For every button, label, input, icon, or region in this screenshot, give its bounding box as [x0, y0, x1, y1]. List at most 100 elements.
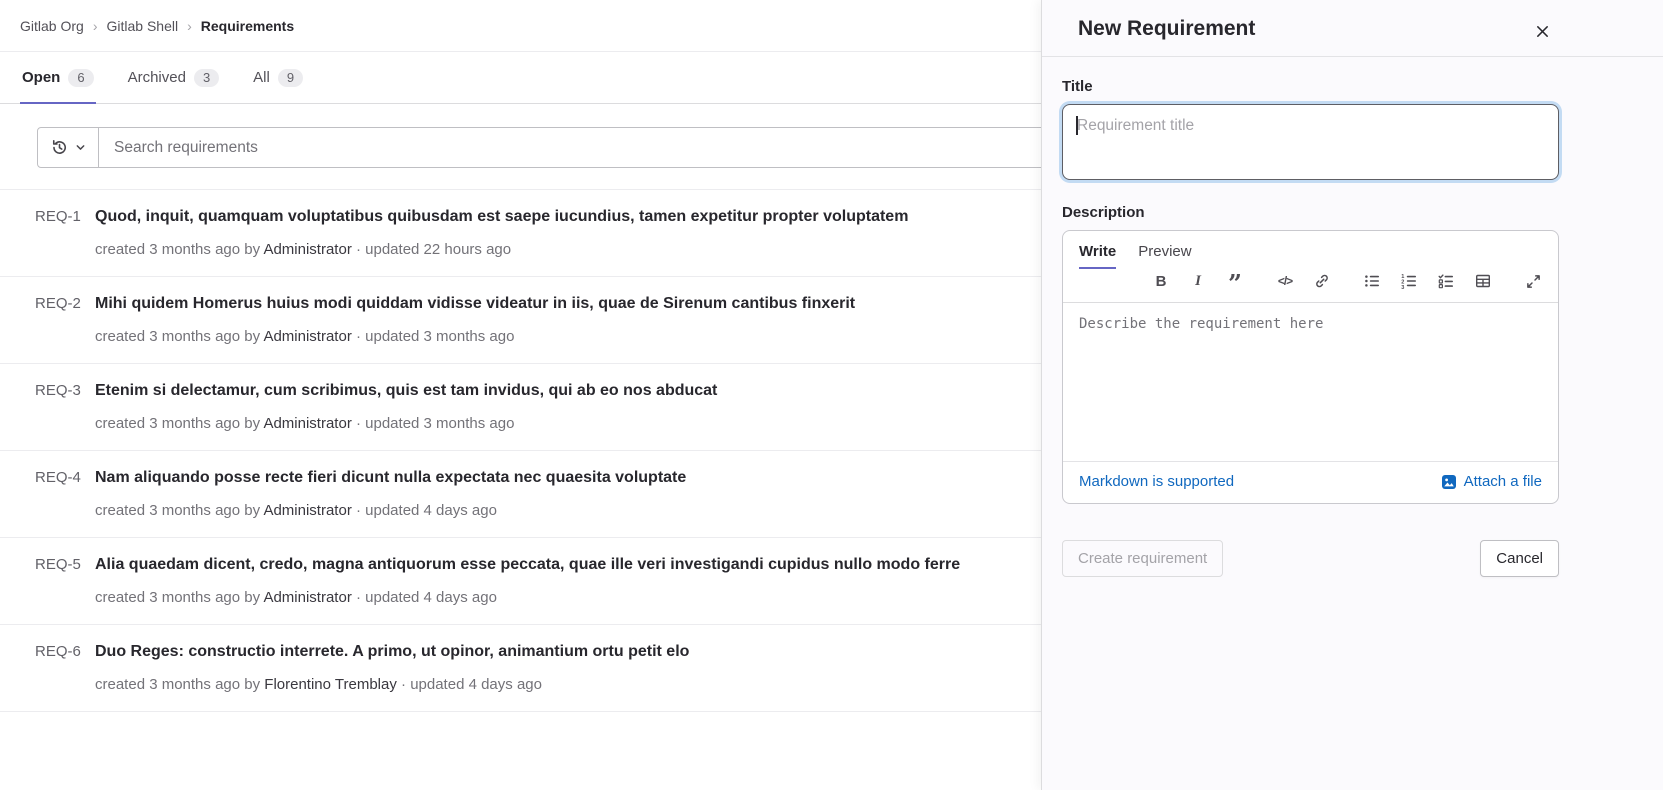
- requirement-meta: created 3 months ago by Florentino Tremb…: [95, 676, 689, 694]
- requirement-author[interactable]: Administrator: [263, 241, 351, 258]
- chevron-down-icon: [75, 142, 86, 153]
- requirement-title-input[interactable]: [1062, 104, 1559, 180]
- requirement-author[interactable]: Administrator: [263, 502, 351, 519]
- tab-open[interactable]: Open 6: [20, 52, 96, 103]
- title-field-label: Title: [1062, 78, 1559, 95]
- tab-archived-count-badge: 3: [194, 69, 219, 87]
- requirement-created-text: created 3 months ago by: [95, 328, 260, 345]
- meta-separator: ·: [356, 328, 361, 345]
- quote-button[interactable]: ”: [1226, 272, 1244, 290]
- text-caret: [1076, 116, 1078, 135]
- breadcrumb-item-current: Requirements: [201, 18, 294, 34]
- bold-icon: B: [1156, 273, 1167, 290]
- requirement-created-text: created 3 months ago by: [95, 502, 260, 519]
- tab-open-count-badge: 6: [68, 69, 93, 87]
- markdown-supported-link[interactable]: Markdown is supported: [1079, 473, 1234, 490]
- code-icon: </>: [1278, 274, 1292, 288]
- breadcrumb-separator: ›: [187, 18, 192, 34]
- markdown-editor-header: Write Preview B I ” </>: [1063, 231, 1558, 303]
- requirement-id: REQ-1: [35, 206, 95, 259]
- requirement-id: REQ-2: [35, 293, 95, 346]
- fullscreen-icon: [1526, 274, 1541, 289]
- requirement-title[interactable]: Quod, inquit, quamquam voluptatibus quib…: [95, 206, 908, 227]
- requirement-author[interactable]: Administrator: [263, 589, 351, 606]
- requirement-author[interactable]: Administrator: [263, 415, 351, 432]
- table-icon: [1475, 273, 1491, 289]
- requirement-id: REQ-4: [35, 467, 95, 520]
- create-requirement-button[interactable]: Create requirement: [1062, 540, 1223, 577]
- fullscreen-button[interactable]: [1524, 272, 1542, 290]
- breadcrumb-item-project[interactable]: Gitlab Shell: [106, 18, 178, 34]
- tab-preview[interactable]: Preview: [1138, 243, 1191, 269]
- bold-button[interactable]: B: [1152, 272, 1170, 290]
- drawer-actions: Create requirement Cancel: [1062, 540, 1559, 577]
- cancel-button[interactable]: Cancel: [1480, 540, 1559, 577]
- close-drawer-button[interactable]: [1531, 20, 1553, 42]
- attach-file-button[interactable]: Attach a file: [1441, 473, 1542, 490]
- drawer-body: Title Description Write Preview B I: [1042, 78, 1663, 577]
- meta-separator: ·: [401, 676, 406, 693]
- table-button[interactable]: [1474, 272, 1492, 290]
- quote-icon: ”: [1228, 280, 1242, 288]
- requirement-created-text: created 3 months ago by: [95, 589, 260, 606]
- requirement-meta: created 3 months ago by Administrator · …: [95, 502, 686, 520]
- requirement-id: REQ-5: [35, 554, 95, 607]
- requirement-main: Mihi quidem Homerus huius modi quiddam v…: [95, 293, 855, 346]
- close-icon: [1535, 24, 1550, 39]
- requirement-created-text: created 3 months ago by: [95, 415, 260, 432]
- task-list-button[interactable]: [1437, 272, 1455, 290]
- link-icon: [1314, 273, 1330, 289]
- tab-open-label: Open: [22, 69, 60, 86]
- requirement-title[interactable]: Mihi quidem Homerus huius modi quiddam v…: [95, 293, 855, 314]
- markdown-editor-footer: Markdown is supported Attach a file: [1063, 461, 1558, 503]
- requirement-title[interactable]: Alia quaedam dicent, credo, magna antiqu…: [95, 554, 960, 575]
- bulleted-list-button[interactable]: [1363, 272, 1381, 290]
- markdown-tabs: Write Preview: [1079, 243, 1544, 269]
- drawer-header: New Requirement: [1042, 0, 1663, 57]
- italic-icon: I: [1195, 273, 1201, 290]
- meta-separator: ·: [356, 589, 361, 606]
- drawer-title: New Requirement: [1078, 17, 1255, 40]
- meta-separator: ·: [356, 415, 361, 432]
- tab-write[interactable]: Write: [1079, 243, 1116, 269]
- link-button[interactable]: [1313, 272, 1331, 290]
- requirement-main: Quod, inquit, quamquam voluptatibus quib…: [95, 206, 908, 259]
- requirement-updated-text: updated 4 days ago: [365, 589, 497, 606]
- tab-all-count-badge: 9: [278, 69, 303, 87]
- tab-all-label: All: [253, 69, 270, 86]
- numbered-list-button[interactable]: 1 2 3: [1400, 272, 1418, 290]
- requirement-author[interactable]: Administrator: [263, 328, 351, 345]
- requirement-created-text: created 3 months ago by: [95, 241, 260, 258]
- requirement-meta: created 3 months ago by Administrator · …: [95, 328, 855, 346]
- requirement-id: REQ-3: [35, 380, 95, 433]
- requirement-updated-text: updated 3 months ago: [365, 415, 514, 432]
- tab-all[interactable]: All 9: [251, 52, 305, 103]
- requirement-description-input[interactable]: [1063, 303, 1558, 461]
- requirement-title[interactable]: Etenim si delectamur, cum scribimus, qui…: [95, 380, 717, 401]
- requirement-main: Etenim si delectamur, cum scribimus, qui…: [95, 380, 717, 433]
- tab-archived[interactable]: Archived 3: [126, 52, 222, 103]
- meta-separator: ·: [356, 241, 361, 258]
- requirement-id: REQ-6: [35, 641, 95, 694]
- svg-text:3: 3: [1401, 285, 1404, 289]
- requirement-main: Duo Reges: constructio interrete. A prim…: [95, 641, 689, 694]
- code-button[interactable]: </>: [1276, 272, 1294, 290]
- requirement-title[interactable]: Nam aliquando posse recte fieri dicunt n…: [95, 467, 686, 488]
- requirement-meta: created 3 months ago by Administrator · …: [95, 415, 717, 433]
- task-list-icon: [1438, 273, 1454, 289]
- italic-button[interactable]: I: [1189, 272, 1207, 290]
- new-requirement-drawer: New Requirement Title Description Write …: [1041, 0, 1663, 790]
- search-history-button[interactable]: [38, 128, 99, 167]
- requirement-meta: created 3 months ago by Administrator · …: [95, 589, 960, 607]
- requirement-title[interactable]: Duo Reges: constructio interrete. A prim…: [95, 641, 689, 662]
- requirement-updated-text: updated 3 months ago: [365, 328, 514, 345]
- breadcrumb-item-group[interactable]: Gitlab Org: [20, 18, 84, 34]
- meta-separator: ·: [356, 502, 361, 519]
- description-field-label: Description: [1062, 204, 1559, 221]
- bulleted-list-icon: [1364, 273, 1380, 289]
- markdown-editor: Write Preview B I ” </>: [1062, 230, 1559, 504]
- markdown-toolbar: B I ” </>: [1079, 269, 1544, 302]
- requirement-updated-text: updated 4 days ago: [365, 502, 497, 519]
- requirement-author[interactable]: Florentino Tremblay: [264, 676, 397, 693]
- requirement-meta: created 3 months ago by Administrator · …: [95, 241, 908, 259]
